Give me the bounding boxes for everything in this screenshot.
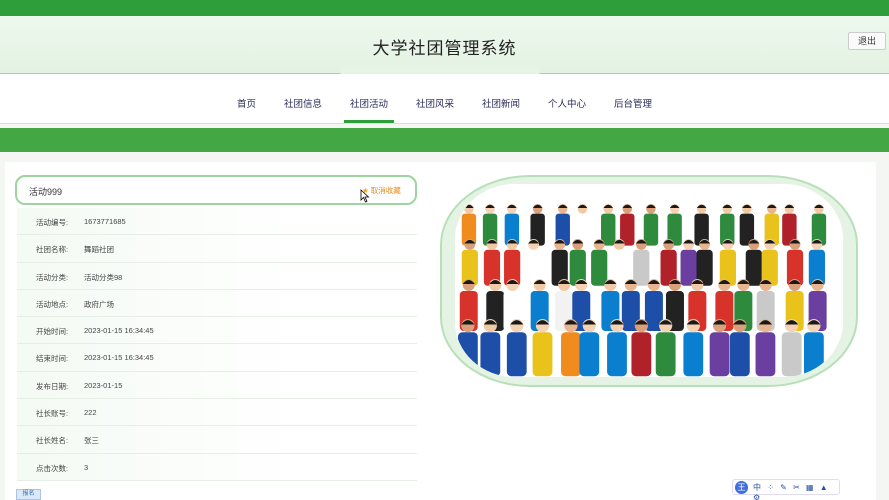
crowd-figure-body [643,213,659,246]
nav-item-club-style[interactable]: 社团风采 [410,96,460,120]
detail-label: 社团名称: [36,245,69,255]
detail-value: 张三 [84,436,99,446]
nav-item-club-news[interactable]: 社团新闻 [476,96,526,120]
ime-logo-icon: 王 [735,481,748,494]
site-title: 大学社团管理系统 [372,39,517,58]
detail-row: 社长账号: 222 [17,399,417,427]
detail-value: 活动分类98 [84,272,123,282]
detail-value: 政府广场 [84,299,114,309]
crowd-figure-body [709,332,730,377]
crowd-figure-body [633,249,650,286]
crowd-figure-body [607,332,627,377]
detail-row: 发布日期: 2023-01-15 [17,371,417,400]
detail-label: 活动编号: [36,218,69,227]
crowd-figure-body [579,332,600,377]
detail-row: 活动分类: 活动分类98 [17,262,417,290]
nav-item-club-activities[interactable]: 社团活动 [343,96,394,123]
detail-value: 舞蹈社团 [84,245,114,255]
signup-button[interactable]: 报名 [16,489,41,500]
activity-details: 活动编号: 1673771685 社团名称: 舞蹈社团 活动分类: 活动分类98 活动… [17,208,417,481]
detail-label: 社长姓名: [36,436,69,446]
crowd-figure-body [591,249,608,286]
nav-item-personal-center[interactable]: 个人中心 [542,96,592,120]
crowd-figure-body [655,332,676,377]
detail-value: 2023-01-15 [84,380,123,390]
logout-button[interactable]: 退出 [848,32,886,50]
cursor-icon [360,189,370,203]
site-header: 大学社团管理系统 [0,16,889,80]
students-group-photo [455,184,843,377]
detail-row: 活动地点: 政府广场 [17,289,417,318]
nav-item-club-info[interactable]: 社团信息 [278,96,328,120]
main-nav: 首页 社团信息 社团活动 社团风采 社团新闻 个人中心 后台管理 [0,74,889,124]
detail-label: 活动地点: [36,299,69,309]
crowd-figure-body [506,332,527,377]
detail-value: 222 [84,408,97,418]
activity-photo [455,184,843,377]
detail-row: 活动编号: 1673771685 [17,208,417,236]
detail-row: 社长姓名: 张三 [17,426,417,454]
detail-row: 社团名称: 舞蹈社团 [17,235,417,263]
detail-label: 开始时间: [36,327,69,337]
detail-row: 结束时间: 2023-01-15 16:34:45 [17,344,417,372]
crowd-figure-body [532,332,553,377]
detail-value: 1673771685 [84,217,126,226]
detail-label: 点击次数: [36,463,69,473]
detail-label: 发布日期: [36,381,69,391]
activity-title-box: 活动999 ★ 取消收藏 [15,175,417,205]
detail-label: 社长账号: [36,409,69,419]
nav-item-home[interactable]: 首页 [231,96,262,120]
detail-row: 点击次数: 3 [17,453,417,481]
detail-value: 2023-01-15 16:34:45 [84,353,154,363]
crowd-figure-body [631,332,652,377]
ime-toolbar-items[interactable]: 中 ⁘ ✎ ✂ ▦ ▲ ⚙ [753,482,839,500]
detail-label: 结束时间: [36,354,69,364]
crowd-figure-body [561,332,581,377]
crowd-figure-body [745,249,762,286]
nav-item-admin[interactable]: 后台管理 [608,96,658,120]
detail-row: 开始时间: 2023-01-15 16:34:45 [17,317,417,345]
detail-value: 2023-01-15 16:34:45 [84,326,154,336]
ime-toolbar[interactable]: 王 中 ⁘ ✎ ✂ ▦ ▲ ⚙ [732,479,840,500]
detail-label: 活动分类: [36,272,69,282]
crowd-figure-body [755,332,776,377]
green-banner-bar [0,128,889,152]
unfavorite-label: 取消收藏 [370,186,401,195]
top-brand-strip [0,0,889,16]
activity-name: 活动999 [29,187,63,197]
crowd-figure-body [729,332,750,377]
crowd-figure-body [683,332,704,377]
detail-value: 3 [84,462,89,472]
crowd-figure-body [781,332,802,377]
